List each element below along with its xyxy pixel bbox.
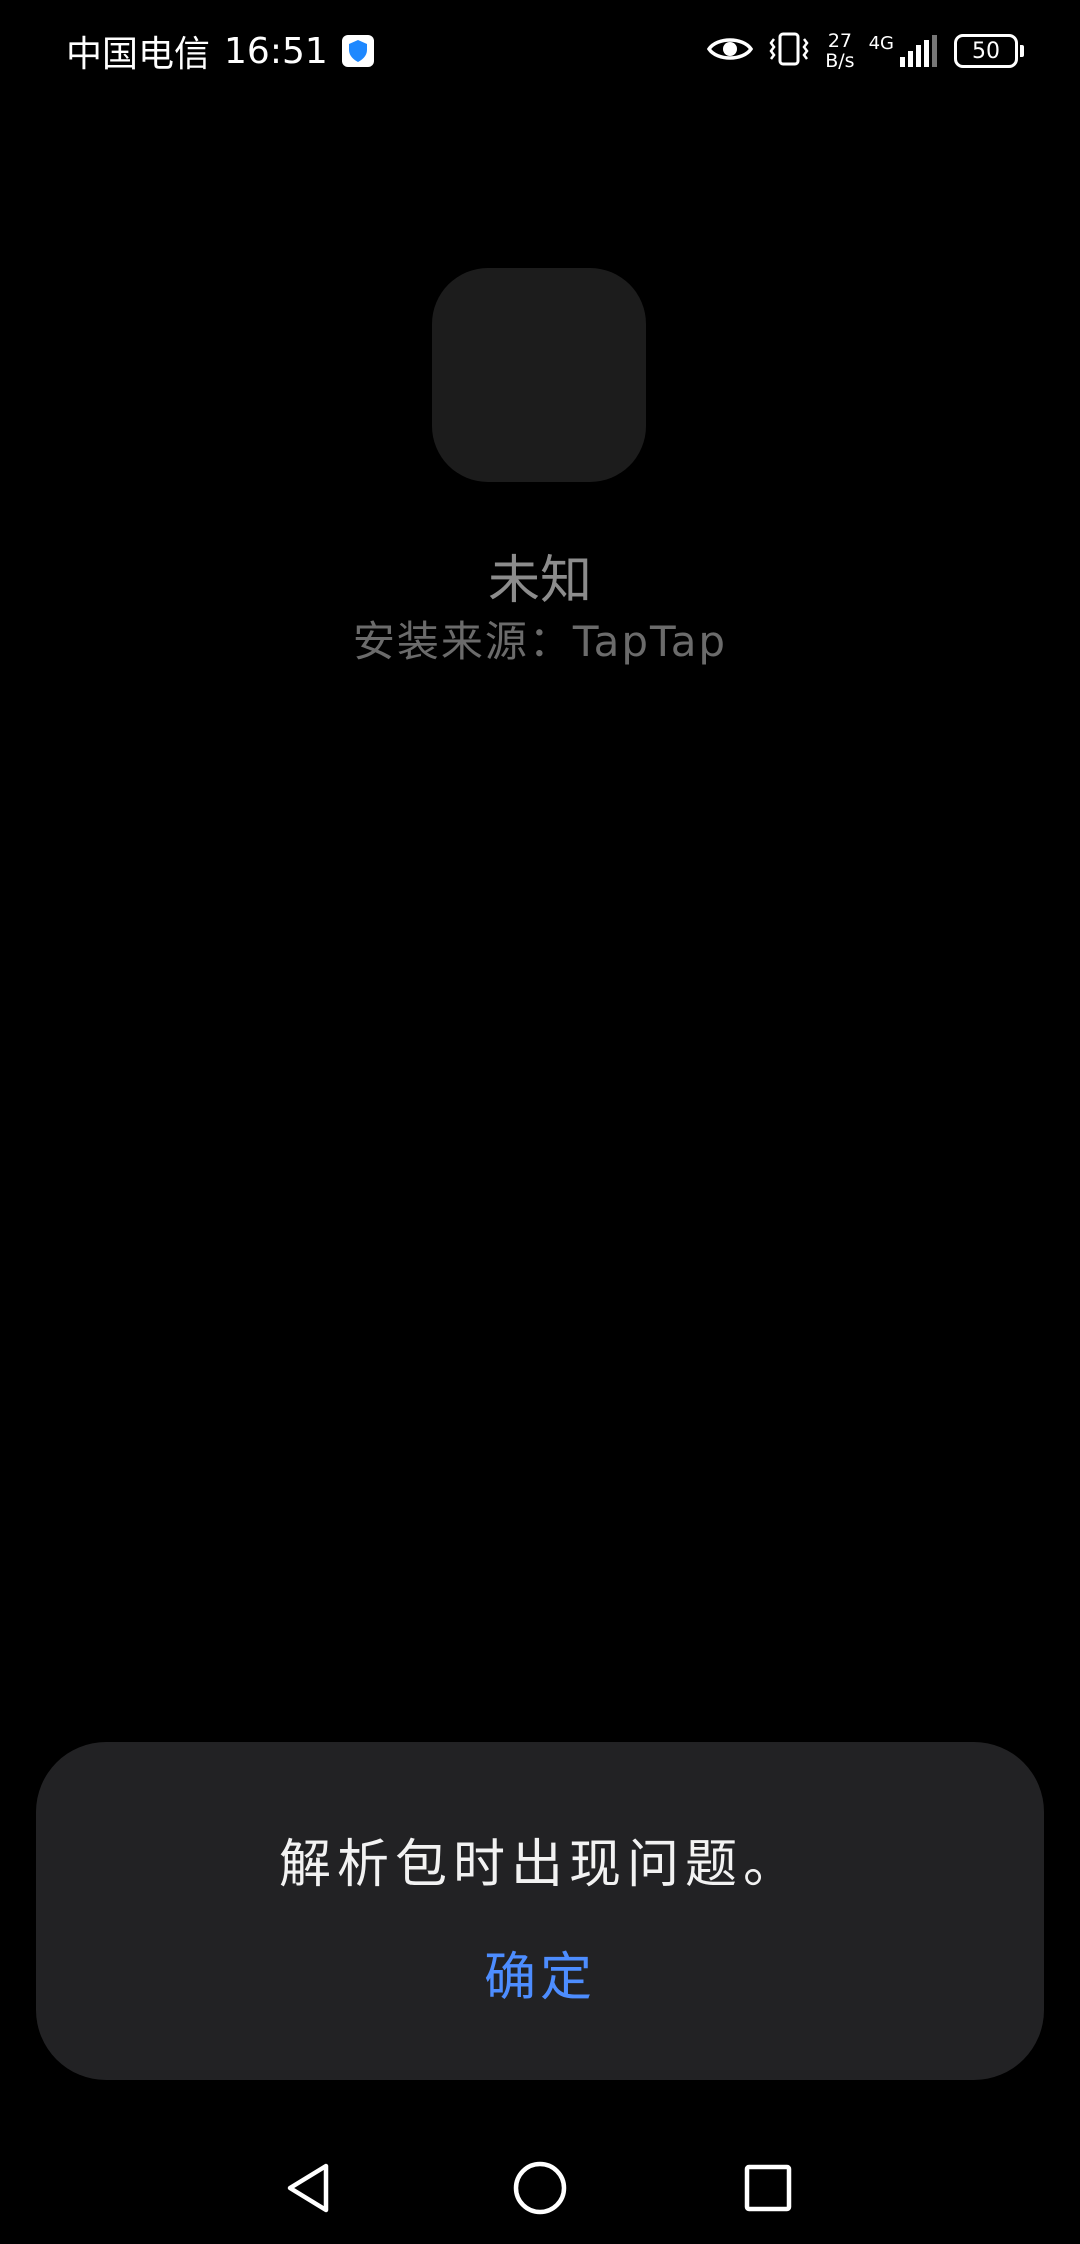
home-button[interactable] <box>500 2150 580 2230</box>
shield-icon <box>341 35 374 67</box>
install-source: 安装来源：TapTap <box>352 617 728 666</box>
network-type-label: 4G <box>868 33 894 54</box>
recents-icon <box>743 2163 793 2217</box>
back-icon <box>282 2161 336 2219</box>
ok-button[interactable]: 确定 <box>440 1938 640 2018</box>
app-name: 未知 <box>487 551 592 611</box>
home-icon <box>512 2160 568 2220</box>
app-icon-placeholder <box>432 268 646 482</box>
error-dialog: 解析包时出现问题。 确定 <box>36 1742 1044 2080</box>
back-button[interactable] <box>269 2150 349 2230</box>
recents-button[interactable] <box>728 2150 808 2230</box>
navigation-bar <box>0 2130 1080 2244</box>
eye-icon <box>707 34 754 68</box>
dialog-message: 解析包时出现问题。 <box>278 1835 801 1895</box>
battery-level: 50 <box>954 34 1018 68</box>
battery-icon: 50 <box>954 34 1024 68</box>
battery-tip <box>1020 45 1024 57</box>
clock: 16:51 <box>224 30 328 72</box>
status-right: 27 B/s 4G 50 <box>707 24 1024 78</box>
net-speed-value: 27 <box>827 30 853 52</box>
vibrate-icon <box>767 31 811 71</box>
net-speed: 27 B/s <box>825 31 854 71</box>
status-left: 中国电信 16:51 <box>66 26 374 76</box>
carrier-label: 中国电信 <box>66 34 211 75</box>
net-speed-unit: B/s <box>825 50 855 72</box>
signal-icon: 4G <box>869 35 940 67</box>
status-bar: 中国电信 16:51 27 B/s 4G 50 <box>0 0 1080 100</box>
